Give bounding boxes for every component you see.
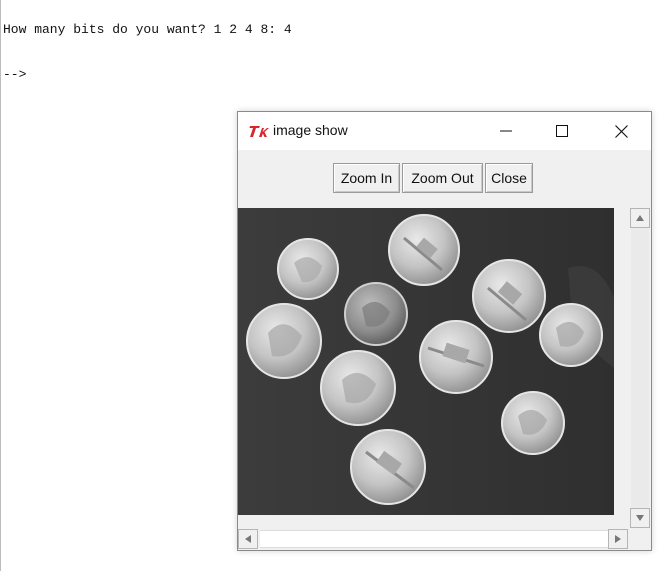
arrow-down-icon	[636, 515, 644, 521]
arrow-right-icon	[615, 535, 621, 543]
console-cursor-line: -->	[3, 67, 27, 82]
tk-logo-icon	[249, 126, 269, 137]
window-title: image show	[273, 122, 348, 138]
zoom-in-button[interactable]: Zoom In	[333, 163, 400, 193]
title-bar[interactable]: image show	[238, 112, 651, 150]
console-prompt-line: How many bits do you want? 1 2 4 8: 4	[3, 22, 292, 37]
image-show-window: image show Zoom In Zoom Out Close	[237, 111, 652, 551]
close-icon	[614, 124, 628, 138]
coin	[350, 429, 426, 505]
arrow-up-icon	[636, 215, 644, 221]
minimize-button[interactable]	[483, 112, 529, 150]
coin	[246, 303, 322, 379]
coins-image	[238, 208, 614, 515]
minimize-icon	[500, 130, 512, 132]
maximize-icon	[556, 125, 568, 137]
toolbar: Zoom In Zoom Out Close	[238, 150, 651, 208]
zoom-out-button[interactable]: Zoom Out	[402, 163, 483, 193]
coin	[320, 350, 396, 426]
arrow-left-icon	[245, 535, 251, 543]
maximize-button[interactable]	[539, 112, 585, 150]
scroll-right-button[interactable]	[608, 529, 628, 549]
close-window-button[interactable]	[598, 112, 644, 150]
scroll-left-button[interactable]	[238, 529, 258, 549]
coin	[419, 320, 493, 394]
scroll-down-button[interactable]	[630, 508, 650, 528]
vertical-scroll-track[interactable]	[631, 226, 649, 513]
horizontal-scroll-track[interactable]	[260, 530, 608, 548]
coin	[501, 391, 565, 455]
coin	[277, 238, 339, 300]
scroll-up-button[interactable]	[630, 208, 650, 228]
coin	[344, 282, 408, 346]
close-button[interactable]: Close	[485, 163, 533, 193]
coin	[539, 303, 603, 367]
horizontal-scrollbar[interactable]	[238, 528, 629, 550]
image-canvas[interactable]	[238, 208, 614, 515]
coin	[388, 214, 460, 286]
coin	[472, 259, 546, 333]
vertical-scrollbar[interactable]	[629, 208, 651, 529]
